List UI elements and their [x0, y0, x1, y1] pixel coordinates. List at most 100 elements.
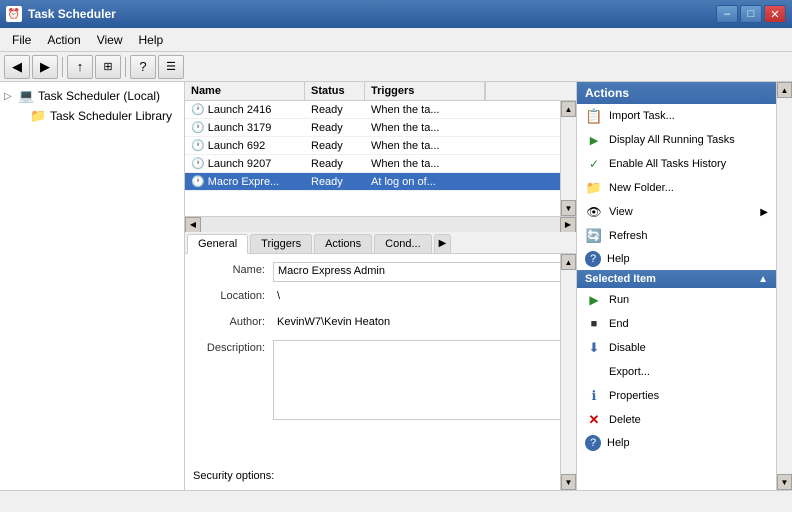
toolbar: ◀ ▶ ↑ ⊞ ? ☰: [0, 52, 792, 82]
author-value: KevinW7\Kevin Heaton: [273, 314, 566, 334]
action-properties[interactable]: ℹ Properties: [577, 384, 776, 408]
task-cell-name-3: 🕐 Launch 9207: [185, 155, 305, 172]
name-label: Name:: [193, 262, 265, 276]
back-button[interactable]: ◀: [4, 55, 30, 79]
form-row-name: Name: Macro Express Admin: [193, 262, 566, 282]
action-help-global[interactable]: ? Help: [577, 248, 776, 270]
col-header-name[interactable]: Name: [185, 82, 305, 100]
task-row[interactable]: 🕐 Launch 3179 Ready When the ta...: [185, 119, 560, 137]
task-list-vertical-scrollbar[interactable]: ▲ ▼: [560, 101, 576, 216]
tree-item-local[interactable]: ▷ 💻 Task Scheduler (Local): [0, 86, 184, 106]
form-row-location: Location: \: [193, 288, 566, 308]
section-collapse-arrow: ▲: [758, 274, 768, 285]
folder-icon: 📁: [30, 108, 46, 124]
scroll-track[interactable]: [201, 217, 560, 232]
action-enable-history[interactable]: ✓ Enable All Tasks History: [577, 152, 776, 176]
task-clock-icon-1: 🕐: [191, 121, 205, 134]
app-icon: ⏰: [6, 6, 22, 22]
form-row-author: Author: KevinW7\Kevin Heaton: [193, 314, 566, 334]
menu-action[interactable]: Action: [39, 31, 88, 49]
action-refresh-label: Refresh: [609, 230, 648, 242]
action-disable[interactable]: ⬇ Disable: [577, 336, 776, 360]
action-disable-label: Disable: [609, 342, 646, 354]
task-cell-name-0: 🕐 Launch 2416: [185, 101, 305, 118]
minimize-button[interactable]: –: [716, 5, 738, 23]
show-hide-button[interactable]: ⊞: [95, 55, 121, 79]
task-cell-triggers-4: At log on of...: [365, 174, 485, 190]
action-display-running[interactable]: ▶ Display All Running Tasks: [577, 128, 776, 152]
action-run-label: Run: [609, 294, 629, 306]
menu-bar: File Action View Help: [0, 28, 792, 52]
author-label: Author:: [193, 314, 265, 328]
selected-item-section-header[interactable]: Selected Item ▲: [577, 270, 776, 288]
action-export-label: Export...: [609, 366, 650, 378]
forward-button[interactable]: ▶: [32, 55, 58, 79]
selected-item-label: Selected Item: [585, 273, 656, 285]
task-cell-triggers-0: When the ta...: [365, 102, 485, 118]
delete-icon: ✕: [585, 411, 603, 429]
description-textarea[interactable]: [273, 340, 566, 420]
view-submenu-arrow: ▶: [760, 207, 768, 218]
detail-form: Name: Macro Express Admin Location: \ Au…: [185, 254, 576, 490]
action-help-selected[interactable]: ? Help: [577, 432, 776, 454]
tab-actions[interactable]: Actions: [314, 234, 372, 253]
menu-file[interactable]: File: [4, 31, 39, 49]
task-cell-status-0: Ready: [305, 102, 365, 118]
right-panel-scrollbar[interactable]: ▲ ▼: [776, 82, 792, 490]
scroll-left-button[interactable]: ◀: [185, 217, 201, 233]
disable-icon: ⬇: [585, 339, 603, 357]
task-cell-status-2: Ready: [305, 138, 365, 154]
tab-conditions[interactable]: Cond...: [374, 234, 431, 253]
properties-toolbar-button[interactable]: ☰: [158, 55, 184, 79]
tree-item-library[interactable]: 📁 Task Scheduler Library: [0, 106, 184, 126]
help-selected-icon: ?: [585, 435, 601, 451]
menu-help[interactable]: Help: [131, 31, 172, 49]
toolbar-separator-1: [62, 57, 63, 77]
help-toolbar-button[interactable]: ?: [130, 55, 156, 79]
scroll-right-button[interactable]: ▶: [560, 217, 576, 233]
tab-more-button[interactable]: ▶: [434, 234, 452, 253]
action-end[interactable]: ■ End: [577, 312, 776, 336]
tree-label-local: Task Scheduler (Local): [38, 89, 160, 103]
action-refresh[interactable]: 🔄 Refresh: [577, 224, 776, 248]
properties-icon: ℹ: [585, 387, 603, 405]
action-new-folder[interactable]: 📁 New Folder...: [577, 176, 776, 200]
action-import-task[interactable]: 📋 Import Task...: [577, 104, 776, 128]
task-cell-status-4: Ready: [305, 174, 365, 190]
action-export[interactable]: Export...: [577, 360, 776, 384]
end-icon: ■: [585, 315, 603, 333]
tab-triggers[interactable]: Triggers: [250, 234, 312, 253]
location-label: Location:: [193, 288, 265, 302]
detail-form-scrollbar[interactable]: ▲ ▼: [560, 254, 576, 490]
view-item-inner: 👁 View: [585, 203, 633, 221]
task-row[interactable]: 🕐 Launch 2416 Ready When the ta...: [185, 101, 560, 119]
task-cell-name-1: 🕐 Launch 3179: [185, 119, 305, 136]
task-row-selected[interactable]: 🕐 Macro Expre... Ready At log on of...: [185, 173, 560, 191]
name-input[interactable]: Macro Express Admin: [273, 262, 566, 282]
action-delete[interactable]: ✕ Delete: [577, 408, 776, 432]
close-button[interactable]: ✕: [764, 5, 786, 23]
menu-view[interactable]: View: [89, 31, 131, 49]
maximize-button[interactable]: □: [740, 5, 762, 23]
action-run[interactable]: ▶ Run: [577, 288, 776, 312]
title-bar-buttons: – □ ✕: [716, 5, 786, 23]
center-panel: Name Status Triggers 🕐 Launch 2416 Ready…: [185, 82, 577, 490]
toolbar-separator-2: [125, 57, 126, 77]
action-view[interactable]: 👁 View ▶: [577, 200, 776, 224]
up-button[interactable]: ↑: [67, 55, 93, 79]
tab-general[interactable]: General: [187, 234, 248, 254]
task-list-horizontal-scrollbar[interactable]: ◀ ▶: [185, 216, 576, 232]
task-cell-triggers-2: When the ta...: [365, 138, 485, 154]
tree-label-library: Task Scheduler Library: [50, 109, 172, 123]
task-row[interactable]: 🕐 Launch 9207 Ready When the ta...: [185, 155, 560, 173]
title-bar: ⏰ Task Scheduler – □ ✕: [0, 0, 792, 28]
view-icon: 👁: [585, 203, 603, 221]
task-list-header: Name Status Triggers: [185, 82, 576, 101]
action-new-folder-label: New Folder...: [609, 182, 674, 194]
action-properties-label: Properties: [609, 390, 659, 402]
col-header-status[interactable]: Status: [305, 82, 365, 100]
task-row[interactable]: 🕐 Launch 692 Ready When the ta...: [185, 137, 560, 155]
right-panel: Actions 📋 Import Task... ▶ Display All R…: [577, 82, 792, 490]
status-bar: [0, 490, 792, 512]
col-header-triggers[interactable]: Triggers: [365, 82, 485, 100]
